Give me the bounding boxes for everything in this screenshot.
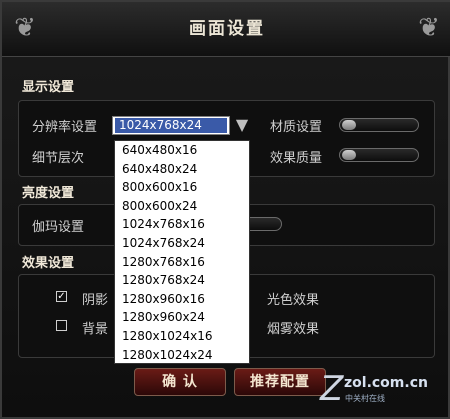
detail-level-label: 细节层次: [32, 151, 85, 166]
dropdown-option[interactable]: 1024x768x24: [115, 234, 249, 253]
dropdown-option[interactable]: 800x600x24: [115, 197, 249, 216]
dropdown-option[interactable]: 640x480x24: [115, 160, 249, 179]
dropdown-option[interactable]: 1024x768x16: [115, 215, 249, 234]
dropdown-option[interactable]: 1280x768x16: [115, 253, 249, 272]
recommended-settings-button[interactable]: 推荐配置: [234, 368, 326, 396]
dropdown-option[interactable]: 1280x768x24: [115, 271, 249, 290]
shadow-checkbox[interactable]: ✓: [56, 291, 67, 302]
texture-label: 材质设置: [270, 120, 323, 135]
resolution-label: 分辨率设置: [32, 120, 98, 135]
ornament-right-icon: ❦: [418, 13, 440, 43]
resolution-dropdown-list[interactable]: 640x480x16 640x480x24 800x600x16 800x600x24…: [114, 140, 250, 364]
watermark-site: zol.com.cn: [344, 375, 428, 391]
effect-quality-label: 效果质量: [270, 151, 323, 166]
fog-effect-label: 烟雾效果: [267, 322, 320, 337]
shadow-label: 阴影: [82, 293, 109, 308]
background-checkbox[interactable]: [56, 320, 67, 331]
dropdown-option[interactable]: 1280x1024x24: [115, 346, 249, 365]
settings-window: ❦ 画面设置 ❦ 显示设置 分辨率设置 1024x768x24 ▼ 细节层次 材…: [0, 0, 450, 419]
slider-knob[interactable]: [342, 120, 356, 130]
gamma-label: 伽玛设置: [32, 220, 85, 235]
dropdown-option[interactable]: 1280x960x24: [115, 308, 249, 327]
texture-slider[interactable]: [339, 118, 419, 132]
watermark-sub: 中关村在线: [345, 394, 385, 403]
dropdown-option[interactable]: 800x600x16: [115, 178, 249, 197]
resolution-value: 1024x768x24: [115, 118, 227, 133]
section-brightness-title: 亮度设置: [22, 186, 75, 201]
window-title: 画面设置: [189, 19, 265, 39]
effect-quality-slider[interactable]: [339, 148, 419, 162]
dropdown-arrow-icon[interactable]: ▼: [232, 115, 252, 135]
confirm-button[interactable]: 确 认: [134, 368, 226, 396]
section-effects-title: 效果设置: [22, 256, 75, 271]
dropdown-option[interactable]: 640x480x16: [115, 141, 249, 160]
light-effect-label: 光色效果: [267, 293, 320, 308]
zol-watermark: Z zol.com.cn 中关村在线: [320, 369, 440, 409]
section-display-title: 显示设置: [22, 80, 75, 95]
resolution-select[interactable]: 1024x768x24: [112, 116, 230, 135]
zol-logo-icon: Z: [320, 369, 344, 409]
slider-knob[interactable]: [342, 150, 356, 160]
background-label: 背景: [82, 322, 109, 337]
dropdown-option[interactable]: 1280x960x16: [115, 290, 249, 309]
title-bar: ❦ 画面设置 ❦: [2, 2, 450, 57]
dropdown-option[interactable]: 1280x1024x16: [115, 327, 249, 346]
